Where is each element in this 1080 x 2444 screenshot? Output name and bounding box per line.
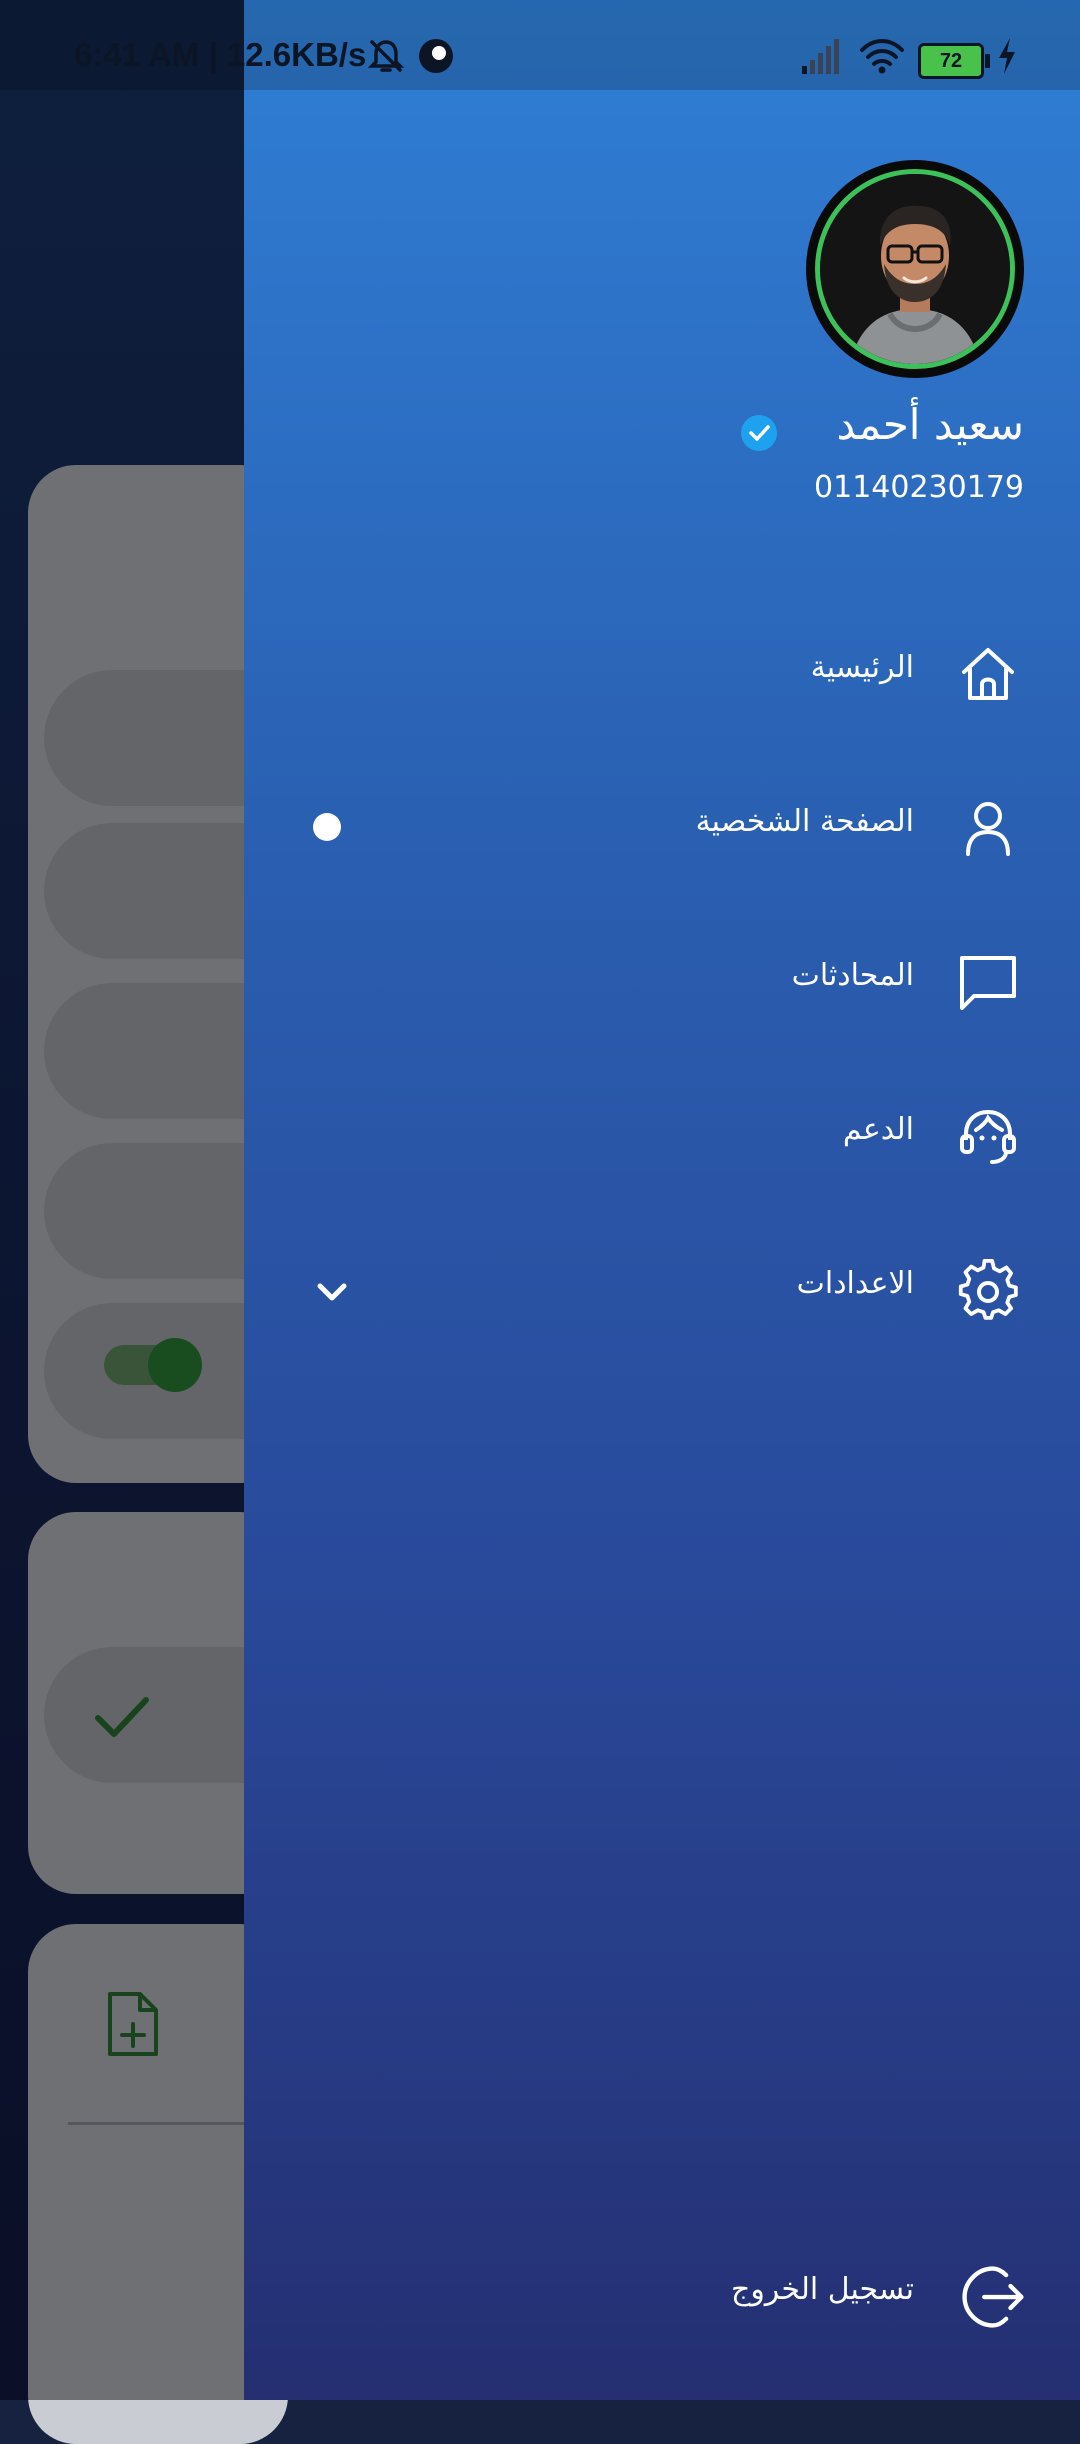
chevron-down-icon[interactable] [312,1272,352,1312]
logout-label: تسجيل الخروج [730,2272,914,2307]
menu-item-label: الاعدادات [796,1266,914,1301]
avatar-photo [815,169,1015,369]
verified-badge-icon [741,415,777,451]
user-phone: 01140230179 [814,470,1024,505]
avatar-image [820,174,1010,364]
avatar[interactable] [806,160,1024,378]
navigation-drawer: سعيد أحمد 01140230179 الرئيسية الصفحة ال… [244,0,1080,2400]
user-name: سعيد أحمد [836,400,1024,449]
menu-item-support[interactable]: الدعم [244,1082,1080,1192]
user-icon [966,802,1010,856]
menu-item-label: الرئيسية [810,650,914,685]
status-time: 6:41 AM | 12.6KB/s [74,36,367,73]
menu-item-label: المحادثات [791,958,914,993]
menu-item-label: الدعم [842,1112,914,1147]
home-icon [962,648,1014,700]
menu-item-home[interactable]: الرئيسية [244,620,1080,730]
wifi-icon [860,39,904,74]
logout-button[interactable]: تسجيل الخروج [244,2242,1080,2352]
status-bar: 6:41 AM | 12.6KB/s 72 [0,0,1080,90]
support-icon [960,1109,1016,1164]
menu-item-chats[interactable]: المحادثات [244,928,1080,1038]
signal-icon [802,39,839,74]
menu-item-settings[interactable]: الاعدادات [244,1236,1080,1346]
settings-icon [958,1258,1018,1320]
active-indicator-dot [313,813,341,841]
app-notification-icon [419,39,453,73]
notifications-off-icon [367,40,405,72]
logout-icon [962,2266,1024,2328]
menu-item-label: الصفحة الشخصية [695,804,914,839]
chat-icon [960,956,1016,1010]
charging-icon [999,38,1015,74]
battery-indicator: 72 [918,43,990,79]
menu-item-profile[interactable]: الصفحة الشخصية [244,774,1080,884]
